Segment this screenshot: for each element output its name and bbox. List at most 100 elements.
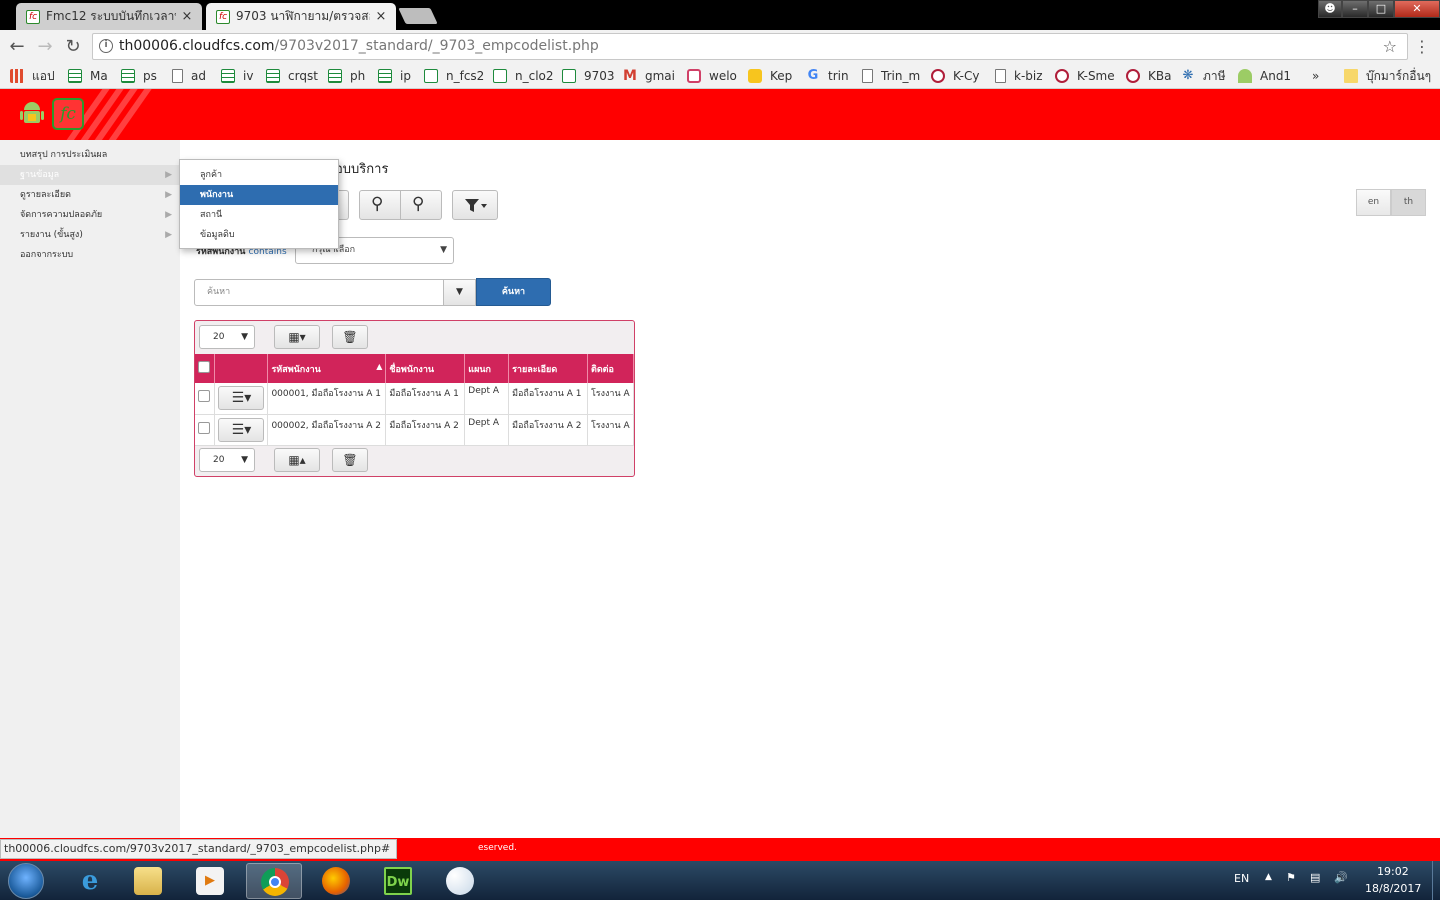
page-size-select-bottom[interactable]: 20 ▼ — [199, 448, 255, 472]
clock-date[interactable]: 18/8/2017 — [1365, 882, 1421, 895]
delete-button-top[interactable]: 🗑 — [332, 325, 368, 349]
sidebar-item-details[interactable]: ดูรายละเอียด ▶ — [0, 185, 180, 205]
bookmark-apps[interactable]: แอป — [10, 67, 55, 85]
column-header-dept[interactable]: แผนก — [464, 354, 510, 383]
show-desktop-button[interactable] — [1432, 861, 1440, 900]
bookmark-label: Ma — [90, 69, 108, 83]
submenu-item-raw-data[interactable]: ข้อมูลดิบ — [180, 225, 338, 245]
bookmark-item[interactable]: Mgmai — [623, 67, 675, 85]
delete-button-bottom[interactable]: 🗑 — [332, 448, 368, 472]
address-bar[interactable]: i th00006.cloudfcs.com/9703v2017_standar… — [92, 33, 1408, 60]
tab-close-icon[interactable]: × — [374, 9, 388, 24]
back-arrow-icon[interactable]: ← — [6, 36, 28, 58]
input-language[interactable]: EN — [1234, 872, 1249, 885]
column-header-name[interactable]: ชื่อพนักงาน — [385, 354, 466, 383]
bookmark-item[interactable]: Trin_m — [862, 67, 920, 85]
row-menu-button[interactable]: ☰▾ — [218, 417, 265, 442]
info-icon[interactable]: i — [99, 39, 113, 53]
bookmark-item[interactable]: crqst — [266, 67, 318, 85]
bookmark-item[interactable]: K-Sme — [1055, 67, 1115, 85]
taskbar-app-chrome[interactable] — [246, 863, 302, 899]
sidebar-item-label: ดูรายละเอียด — [20, 190, 71, 200]
clock-time[interactable]: 19:02 — [1377, 865, 1409, 878]
row-checkbox[interactable] — [198, 421, 210, 434]
search-button[interactable]: ค้นหา — [476, 278, 551, 306]
action-center-flag-icon[interactable]: ⚑ — [1286, 871, 1296, 884]
tab-title: 9703 นาฬิกายาม/ตรวจสอบ — [236, 9, 370, 23]
user-icon[interactable]: ☻ — [1318, 0, 1342, 18]
submenu-item-stations[interactable]: สถานี — [180, 205, 338, 225]
bookmark-item[interactable]: iv — [221, 67, 253, 85]
row-checkbox[interactable] — [198, 390, 210, 402]
bookmark-item[interactable]: KBa — [1126, 67, 1171, 85]
browser-tab-9703[interactable]: fc 9703 นาฬิกายาม/ตรวจสอบ × — [206, 3, 396, 30]
forward-arrow-icon[interactable]: → — [34, 36, 56, 58]
other-bookmarks[interactable]: บุ๊กมาร์กอื่นๆ — [1344, 67, 1431, 85]
fc-logo-icon[interactable]: fc — [52, 98, 84, 130]
column-header-detail[interactable]: รายละเอียด — [508, 354, 588, 383]
search-input[interactable]: ค้นหา — [194, 279, 444, 306]
volume-icon[interactable]: 🔊 — [1334, 871, 1348, 884]
tab-close-icon[interactable]: × — [180, 9, 194, 24]
sidebar-item-security[interactable]: จัดการความปลอดภัย ▶ — [0, 205, 180, 225]
browser-tab-fmc12[interactable]: fc Fmc12 ระบบบันทึกเวลาพนัก × — [16, 3, 202, 30]
row-select-cell — [195, 383, 216, 415]
search-icon[interactable]: ⚲ — [371, 194, 383, 214]
maximize-button[interactable]: □ — [1368, 0, 1394, 18]
close-window-button[interactable]: ✕ — [1394, 0, 1440, 18]
android-icon — [1238, 69, 1252, 83]
advanced-search-icon[interactable]: ⚲ — [412, 194, 424, 214]
lang-en-button[interactable]: en — [1356, 189, 1391, 216]
new-tab-button[interactable] — [398, 8, 438, 24]
bookmark-item[interactable]: Kep — [748, 67, 792, 85]
sidebar-item-reports[interactable]: รายงาน (ขั้นสูง) ▶ — [0, 225, 180, 245]
submenu-item-customers[interactable]: ลูกค้า — [180, 165, 338, 185]
taskbar-app-dreamweaver[interactable]: Dw — [370, 863, 426, 899]
bookmark-item[interactable]: 9703 — [562, 67, 615, 85]
start-button[interactable] — [8, 863, 44, 899]
bookmark-star-icon[interactable]: ☆ — [1383, 34, 1397, 59]
columns-button-top[interactable]: ▦▾ — [274, 325, 320, 349]
sidebar-item-label: บทสรุป การประเมินผล — [20, 150, 108, 160]
reload-icon[interactable]: ↻ — [62, 36, 84, 58]
bookmark-item[interactable]: n_clo2 — [493, 67, 554, 85]
filter-button[interactable] — [452, 190, 498, 220]
bookmark-item[interactable]: ❋ ภาษี — [1181, 67, 1226, 85]
bookmark-item[interactable]: K-Cy — [931, 67, 979, 85]
bookmark-item[interactable]: ph — [328, 67, 365, 85]
taskbar-app-media-player[interactable]: ▶ — [182, 863, 238, 899]
bookmark-item[interactable]: k-biz — [995, 67, 1043, 85]
bookmarks-overflow-chevron-icon[interactable]: » — [1312, 67, 1319, 85]
submenu-item-employees[interactable]: พนักงาน — [180, 185, 338, 205]
search-options-dropdown[interactable]: ▼ — [443, 279, 476, 306]
tab-title: Fmc12 ระบบบันทึกเวลาพนัก — [46, 9, 176, 23]
bookmark-item[interactable]: ad — [172, 67, 206, 85]
sidebar-item-summary[interactable]: บทสรุป การประเมินผล — [0, 145, 180, 165]
taskbar-app-firefox[interactable] — [308, 863, 364, 899]
bookmark-item[interactable]: ps — [121, 67, 157, 85]
taskbar-app-paint[interactable] — [432, 863, 488, 899]
app-header: fc — [0, 89, 1440, 140]
taskbar-app-explorer[interactable] — [120, 863, 176, 899]
select-all-checkbox[interactable] — [198, 361, 210, 373]
bookmark-item[interactable]: And1 — [1238, 67, 1291, 85]
bookmark-item[interactable]: Ma — [68, 67, 108, 85]
network-icon[interactable]: ▤ — [1310, 871, 1320, 884]
tray-expand-icon[interactable]: ▲ — [1265, 872, 1272, 882]
bookmark-item[interactable]: Gtrin — [806, 67, 849, 85]
columns-button-bottom[interactable]: ▦▴ — [274, 448, 320, 472]
column-header-contact[interactable]: ติดต่อ — [587, 354, 635, 383]
paint-icon — [446, 867, 474, 895]
row-menu-button[interactable]: ☰▾ — [218, 386, 265, 410]
bookmark-item[interactable]: n_fcs2 — [424, 67, 484, 85]
column-header-code[interactable]: รหัสพนักงาน ▲ — [267, 354, 387, 383]
minimize-button[interactable]: – — [1342, 0, 1368, 18]
page-size-select-top[interactable]: 20 ▼ — [199, 325, 255, 349]
sidebar-item-database[interactable]: ฐานข้อมูล ▶ — [0, 165, 180, 185]
bookmark-item[interactable]: ip — [378, 67, 411, 85]
lang-th-button[interactable]: th — [1391, 189, 1426, 216]
bookmark-item[interactable]: welo — [687, 67, 737, 85]
sidebar-item-logout[interactable]: ออกจากระบบ — [0, 245, 180, 265]
chrome-menu-icon[interactable]: ⋮ — [1411, 36, 1433, 58]
taskbar-app-ie[interactable]: e — [62, 863, 118, 899]
